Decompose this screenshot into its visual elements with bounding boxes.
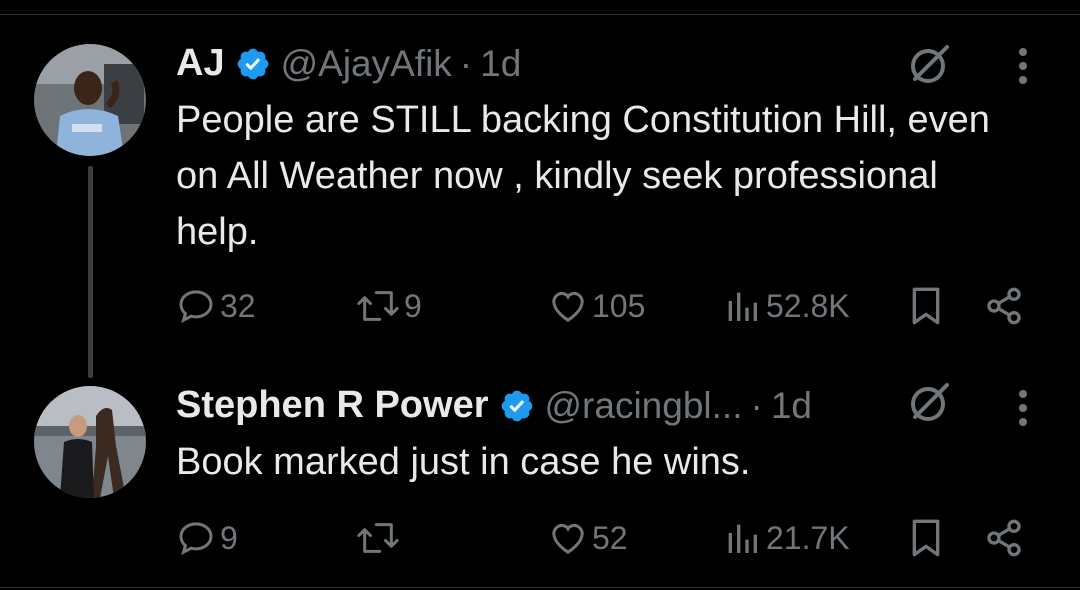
grok-icon[interactable]	[907, 42, 953, 88]
avatar-aj[interactable]	[34, 44, 146, 156]
separator-dot: ·	[750, 384, 763, 426]
tweet-header: AJ @AjayAfik · 1d	[176, 42, 521, 85]
views-chart-icon	[728, 524, 757, 553]
verified-badge-icon	[501, 390, 532, 421]
views-chart-icon	[728, 292, 757, 321]
grok-icon[interactable]	[907, 380, 953, 426]
retweet-button[interactable]	[356, 518, 404, 558]
avatar-stephen[interactable]	[34, 386, 146, 498]
retweet-count: 9	[404, 287, 422, 324]
reply-button[interactable]: 32	[176, 286, 256, 326]
views-button[interactable]: 52.8K	[722, 286, 850, 326]
timestamp[interactable]: 1d	[480, 43, 521, 85]
retweet-icon	[357, 523, 399, 553]
share-icon[interactable]	[984, 518, 1024, 558]
more-options-icon[interactable]	[1016, 388, 1030, 428]
retweet-button[interactable]: 9	[356, 286, 422, 326]
like-count: 105	[592, 287, 646, 324]
like-count: 52	[592, 519, 628, 556]
views-count: 52.8K	[766, 287, 850, 324]
user-handle[interactable]: @racingbl...	[545, 385, 743, 427]
display-name[interactable]: Stephen R Power	[176, 384, 489, 427]
heart-icon	[552, 291, 584, 322]
top-divider	[0, 14, 1080, 15]
reply-icon	[179, 522, 213, 556]
heart-icon	[552, 523, 584, 554]
tweet-text: People are STILL backing Constitution Hi…	[176, 99, 990, 253]
tweet-text: Book marked just in case he wins.	[176, 441, 751, 483]
user-handle[interactable]: @AjayAfik	[281, 43, 452, 85]
retweet-icon	[357, 291, 399, 321]
bottom-divider	[0, 587, 1080, 588]
reply-icon	[179, 290, 213, 324]
tweet-header: Stephen R Power @racingbl... · 1d	[176, 384, 812, 427]
bookmark-icon[interactable]	[908, 518, 944, 558]
share-icon[interactable]	[984, 286, 1024, 326]
more-options-icon[interactable]	[1016, 46, 1030, 86]
reply-count: 9	[220, 519, 238, 556]
reply-button[interactable]: 9	[176, 518, 238, 558]
display-name[interactable]: AJ	[176, 42, 225, 85]
reply-count: 32	[220, 287, 256, 324]
thread-connector	[88, 166, 93, 378]
bookmark-icon[interactable]	[908, 286, 944, 326]
views-count: 21.7K	[766, 519, 850, 556]
views-button[interactable]: 21.7K	[722, 518, 850, 558]
separator-dot: ·	[459, 42, 473, 84]
verified-badge-icon	[237, 48, 268, 79]
like-button[interactable]: 52	[548, 518, 628, 558]
like-button[interactable]: 105	[548, 286, 645, 326]
timestamp[interactable]: 1d	[771, 385, 812, 427]
